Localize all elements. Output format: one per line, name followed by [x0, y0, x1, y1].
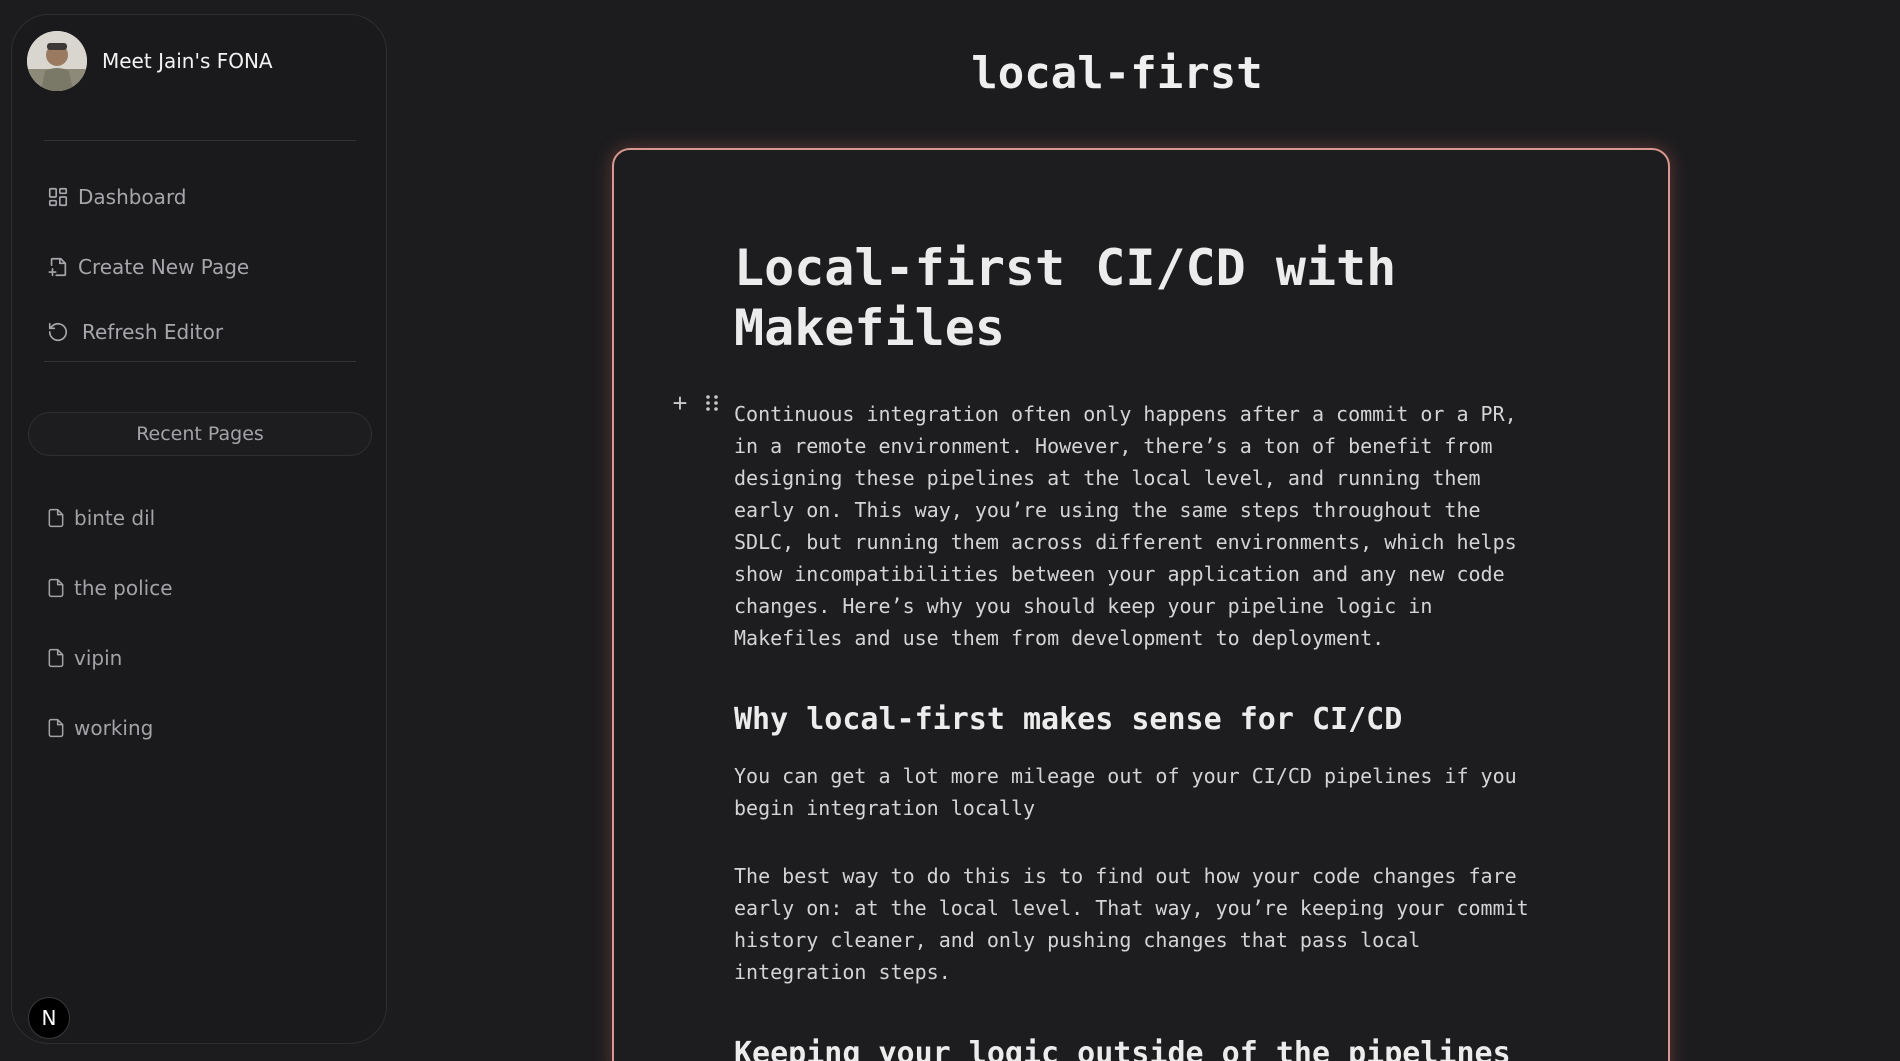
section-heading-why[interactable]: Why local-first makes sense for CI/CD — [734, 700, 1534, 740]
recent-page-label: the police — [74, 576, 173, 600]
file-plus-icon — [46, 255, 70, 279]
section-paragraph[interactable]: You can get a lot more mileage out of yo… — [734, 760, 1534, 824]
file-icon — [44, 576, 68, 600]
recent-page-item[interactable]: binte dil — [44, 506, 155, 530]
recent-pages-label: Recent Pages — [136, 423, 264, 445]
file-icon — [44, 506, 68, 530]
recent-page-label: vipin — [74, 646, 123, 670]
plus-icon[interactable]: + — [668, 390, 692, 416]
avatar[interactable] — [27, 31, 87, 91]
recent-page-label: working — [74, 716, 154, 740]
file-icon — [44, 716, 68, 740]
app-root: Meet Jain's FONA Dashboard Create New Pa… — [0, 0, 1900, 1061]
sidebar-item-create-new-page[interactable]: Create New Page — [46, 255, 249, 279]
sidebar-divider-top — [44, 140, 356, 141]
dev-tools-badge[interactable]: N — [28, 997, 70, 1039]
profile[interactable]: Meet Jain's FONA — [27, 31, 273, 91]
section-heading-logic[interactable]: Keeping your logic outside of the pipeli… — [734, 1034, 1534, 1061]
refresh-icon — [46, 320, 70, 344]
dashboard-grid-icon — [46, 185, 70, 209]
section-paragraph[interactable]: The best way to do this is to find out h… — [734, 860, 1534, 988]
grip-icon[interactable] — [704, 393, 720, 413]
profile-name: Meet Jain's FONA — [102, 49, 273, 73]
recent-page-item[interactable]: the police — [44, 576, 173, 600]
recent-page-item[interactable]: working — [44, 716, 153, 740]
sidebar-item-label: Refresh Editor — [82, 320, 224, 344]
file-icon — [44, 646, 68, 670]
editor-content[interactable]: Local-first CI/CD with Makefiles Continu… — [734, 238, 1534, 1061]
sidebar-item-refresh-editor[interactable]: Refresh Editor — [46, 320, 223, 344]
editor[interactable]: + Local-first CI/CD with Makefiles Conti… — [612, 148, 1670, 1061]
sidebar-item-label: Dashboard — [78, 185, 187, 209]
document-heading[interactable]: Local-first CI/CD with Makefiles — [734, 238, 1534, 358]
sidebar: Meet Jain's FONA Dashboard Create New Pa… — [11, 14, 387, 1044]
sidebar-item-label: Create New Page — [78, 255, 250, 279]
recent-pages-heading: Recent Pages — [28, 412, 372, 456]
recent-page-label: binte dil — [74, 506, 156, 530]
sidebar-divider-bottom — [44, 361, 356, 362]
page-title: local-first — [971, 48, 1263, 99]
intro-paragraph[interactable]: Continuous integration often only happen… — [734, 398, 1534, 654]
badge-letter: N — [41, 1006, 57, 1030]
recent-page-item[interactable]: vipin — [44, 646, 122, 670]
sidebar-item-dashboard[interactable]: Dashboard — [46, 185, 187, 209]
block-controls: + — [668, 390, 720, 416]
